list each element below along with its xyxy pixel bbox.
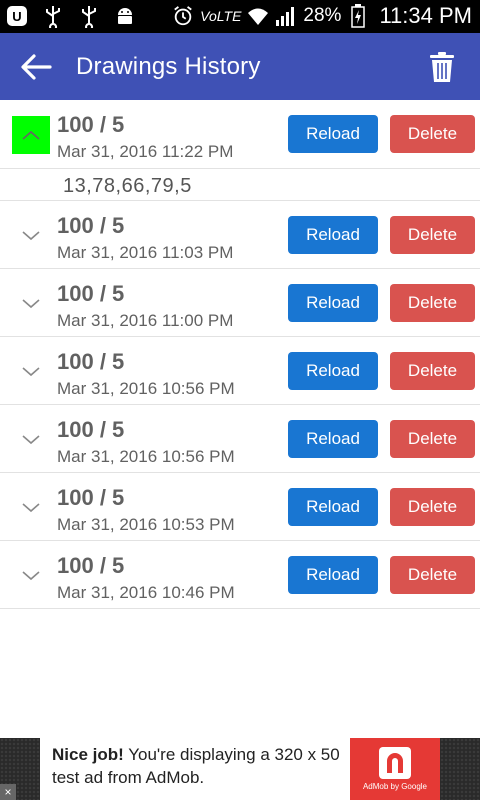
battery-percent: 28% [303,5,342,26]
delete-button[interactable]: Delete [390,115,475,153]
row-title: 100 / 5 [57,417,125,442]
ad-text: Nice job! You're displaying a 320 x 50 t… [52,743,342,789]
delete-button[interactable]: Delete [390,556,475,594]
arrow-back-icon [21,54,52,80]
delete-button[interactable]: Delete [390,352,475,390]
row-title: 100 / 5 [57,213,125,238]
wifi-icon [247,4,269,28]
delete-button[interactable]: Delete [390,216,475,254]
history-row: 100 / 5 Mar 31, 2016 10:53 PM Reload Del… [0,473,480,541]
row-date: Mar 31, 2016 10:46 PM [57,583,235,602]
ad-banner[interactable]: Nice job! You're displaying a 320 x 50 t… [0,738,480,800]
chevron-up-icon [22,130,40,140]
clock: 11:34 PM [379,3,472,28]
ad-logo-caption: AdMob by Google [362,782,428,791]
row-title: 100 / 5 [57,112,125,137]
expand-toggle[interactable] [12,489,50,527]
chevron-down-icon [22,231,40,241]
signal-icon [275,4,297,28]
drawn-numbers: 13,78,66,79,5 [63,175,192,197]
history-row: 100 / 5 Mar 31, 2016 11:00 PM Reload Del… [0,269,480,337]
reload-button[interactable]: Reload [288,556,378,594]
reload-button[interactable]: Reload [288,216,378,254]
page-title: Drawings History [76,53,261,80]
row-date: Mar 31, 2016 10:53 PM [57,515,235,534]
battery-charging-icon [347,4,369,28]
network-type-label: VoLTE [200,8,242,24]
history-row: 100 / 5 Mar 31, 2016 11:22 PM Reload Del… [0,100,480,169]
row-title: 100 / 5 [57,349,125,374]
row-date: Mar 31, 2016 10:56 PM [57,447,235,466]
usb-icon [78,4,100,28]
ad-close-icon[interactable]: × [0,784,16,800]
reload-button[interactable]: Reload [288,420,378,458]
admob-icon [379,747,411,779]
clear-history-button[interactable] [424,48,460,86]
back-button[interactable] [18,49,54,85]
history-row: 100 / 5 Mar 31, 2016 10:56 PM Reload Del… [0,337,480,405]
row-title: 100 / 5 [57,553,125,578]
history-list: 100 / 5 Mar 31, 2016 11:22 PM Reload Del… [0,100,480,609]
row-title: 100 / 5 [57,281,125,306]
android-debug-icon [114,4,136,28]
chevron-down-icon [22,503,40,513]
chevron-down-icon [22,299,40,309]
status-bar: U VoLTE 28% 11:34 PM [0,0,480,33]
app-notification-icon: U [6,4,28,28]
row-detail: 13,78,66,79,5 [0,169,480,201]
expand-toggle[interactable] [12,285,50,323]
usb-icon [42,4,64,28]
expand-toggle[interactable] [12,421,50,459]
history-row: 100 / 5 Mar 31, 2016 10:46 PM Reload Del… [0,541,480,609]
chevron-down-icon [22,367,40,377]
expand-toggle[interactable] [12,353,50,391]
history-row: 100 / 5 Mar 31, 2016 11:03 PM Reload Del… [0,201,480,269]
row-date: Mar 31, 2016 11:00 PM [57,311,234,330]
trash-icon [430,52,454,82]
history-row: 100 / 5 Mar 31, 2016 10:56 PM Reload Del… [0,405,480,473]
row-date: Mar 31, 2016 11:22 PM [57,142,234,161]
reload-button[interactable]: Reload [288,352,378,390]
delete-button[interactable]: Delete [390,420,475,458]
ad-content[interactable]: Nice job! You're displaying a 320 x 50 t… [40,738,440,800]
admob-logo: AdMob by Google [350,738,440,800]
ad-headline: Nice job! [52,745,124,764]
delete-button[interactable]: Delete [390,284,475,322]
expand-toggle[interactable] [12,557,50,595]
chevron-down-icon [22,435,40,445]
row-date: Mar 31, 2016 10:56 PM [57,379,235,398]
collapse-toggle[interactable] [12,116,50,154]
reload-button[interactable]: Reload [288,488,378,526]
reload-button[interactable]: Reload [288,115,378,153]
app-bar: Drawings History [0,33,480,100]
chevron-down-icon [22,571,40,581]
row-date: Mar 31, 2016 11:03 PM [57,243,234,262]
delete-button[interactable]: Delete [390,488,475,526]
expand-toggle[interactable] [12,217,50,255]
svg-text:U: U [12,9,21,24]
row-title: 100 / 5 [57,485,125,510]
reload-button[interactable]: Reload [288,284,378,322]
alarm-icon [172,4,194,28]
